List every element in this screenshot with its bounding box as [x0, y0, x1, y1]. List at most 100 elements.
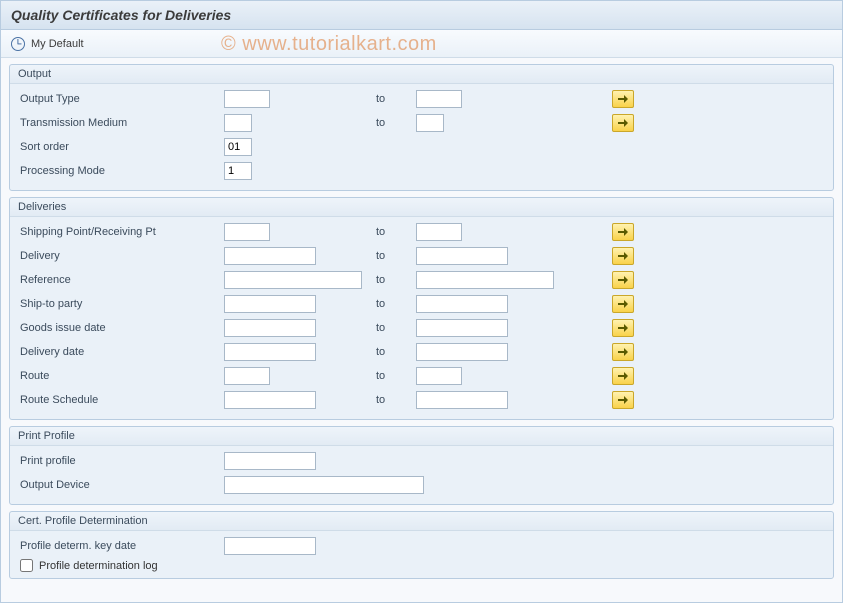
toolbar: My Default: [1, 30, 842, 58]
page-title: Quality Certificates for Deliveries: [1, 1, 842, 30]
arrow-right-icon: [617, 227, 629, 237]
to-label: to: [370, 93, 410, 105]
route-schedule-from-input[interactable]: [224, 391, 316, 409]
print-profile-label: Print profile: [18, 455, 218, 467]
arrow-right-icon: [617, 395, 629, 405]
delivery-label: Delivery: [18, 250, 218, 262]
output-type-to-input[interactable]: [416, 90, 462, 108]
row-route: Route to: [18, 365, 825, 387]
goods-issue-date-to-input[interactable]: [416, 319, 508, 337]
content-area: Output Output Type to Transmission Mediu…: [1, 58, 842, 587]
route-schedule-label: Route Schedule: [18, 394, 218, 406]
row-transmission-medium: Transmission Medium to: [18, 112, 825, 134]
sort-order-label: Sort order: [18, 141, 218, 153]
reference-multiselect-button[interactable]: [612, 271, 634, 289]
group-output: Output Output Type to Transmission Mediu…: [9, 64, 834, 191]
profile-key-date-input[interactable]: [224, 537, 316, 555]
delivery-multiselect-button[interactable]: [612, 247, 634, 265]
group-print-profile-title: Print Profile: [10, 427, 833, 446]
route-multiselect-button[interactable]: [612, 367, 634, 385]
output-type-multiselect-button[interactable]: [612, 90, 634, 108]
to-label: to: [370, 370, 410, 382]
row-output-type: Output Type to: [18, 88, 825, 110]
group-deliveries-title: Deliveries: [10, 198, 833, 217]
transmission-from-input[interactable]: [224, 114, 252, 132]
output-type-label: Output Type: [18, 93, 218, 105]
arrow-right-icon: [617, 275, 629, 285]
to-label: to: [370, 298, 410, 310]
to-label: to: [370, 346, 410, 358]
reference-from-input[interactable]: [224, 271, 362, 289]
print-profile-input[interactable]: [224, 452, 316, 470]
to-label: to: [370, 117, 410, 129]
shipping-point-multiselect-button[interactable]: [612, 223, 634, 241]
ship-to-label: Ship-to party: [18, 298, 218, 310]
transmission-medium-label: Transmission Medium: [18, 117, 218, 129]
route-from-input[interactable]: [224, 367, 270, 385]
route-schedule-multiselect-button[interactable]: [612, 391, 634, 409]
arrow-right-icon: [617, 94, 629, 104]
output-type-from-input[interactable]: [224, 90, 270, 108]
to-label: to: [370, 274, 410, 286]
row-processing-mode: Processing Mode: [18, 160, 825, 182]
to-label: to: [370, 250, 410, 262]
goods-issue-date-multiselect-button[interactable]: [612, 319, 634, 337]
reference-to-input[interactable]: [416, 271, 554, 289]
output-device-input[interactable]: [224, 476, 424, 494]
ship-to-from-input[interactable]: [224, 295, 316, 313]
row-print-profile: Print profile: [18, 450, 825, 472]
row-profile-key-date: Profile determ. key date: [18, 535, 825, 557]
row-sort-order: Sort order: [18, 136, 825, 158]
shipping-point-label: Shipping Point/Receiving Pt: [18, 226, 218, 238]
ship-to-to-input[interactable]: [416, 295, 508, 313]
delivery-to-input[interactable]: [416, 247, 508, 265]
shipping-point-from-input[interactable]: [224, 223, 270, 241]
processing-mode-input[interactable]: [224, 162, 252, 180]
delivery-from-input[interactable]: [224, 247, 316, 265]
row-profile-log: Profile determination log: [18, 559, 825, 572]
goods-issue-date-label: Goods issue date: [18, 322, 218, 334]
delivery-date-label: Delivery date: [18, 346, 218, 358]
row-ship-to: Ship-to party to: [18, 293, 825, 315]
group-output-title: Output: [10, 65, 833, 84]
to-label: to: [370, 226, 410, 238]
processing-mode-label: Processing Mode: [18, 165, 218, 177]
profile-log-checkbox[interactable]: [20, 559, 33, 572]
transmission-multiselect-button[interactable]: [612, 114, 634, 132]
group-deliveries: Deliveries Shipping Point/Receiving Pt t…: [9, 197, 834, 420]
ship-to-multiselect-button[interactable]: [612, 295, 634, 313]
my-default-button[interactable]: My Default: [31, 38, 84, 50]
profile-key-date-label: Profile determ. key date: [18, 540, 218, 552]
group-print-profile: Print Profile Print profile Output Devic…: [9, 426, 834, 505]
delivery-date-multiselect-button[interactable]: [612, 343, 634, 361]
row-goods-issue-date: Goods issue date to: [18, 317, 825, 339]
to-label: to: [370, 322, 410, 334]
arrow-right-icon: [617, 323, 629, 333]
route-to-input[interactable]: [416, 367, 462, 385]
shipping-point-to-input[interactable]: [416, 223, 462, 241]
to-label: to: [370, 394, 410, 406]
delivery-date-to-input[interactable]: [416, 343, 508, 361]
transmission-to-input[interactable]: [416, 114, 444, 132]
arrow-right-icon: [617, 251, 629, 261]
arrow-right-icon: [617, 118, 629, 128]
group-cert-profile: Cert. Profile Determination Profile dete…: [9, 511, 834, 579]
group-cert-profile-title: Cert. Profile Determination: [10, 512, 833, 531]
arrow-right-icon: [617, 347, 629, 357]
reference-label: Reference: [18, 274, 218, 286]
route-label: Route: [18, 370, 218, 382]
arrow-right-icon: [617, 299, 629, 309]
sort-order-input[interactable]: [224, 138, 252, 156]
route-schedule-to-input[interactable]: [416, 391, 508, 409]
row-output-device: Output Device: [18, 474, 825, 496]
goods-issue-date-from-input[interactable]: [224, 319, 316, 337]
output-device-label: Output Device: [18, 479, 218, 491]
row-delivery: Delivery to: [18, 245, 825, 267]
row-delivery-date: Delivery date to: [18, 341, 825, 363]
delivery-date-from-input[interactable]: [224, 343, 316, 361]
row-reference: Reference to: [18, 269, 825, 291]
profile-log-label: Profile determination log: [39, 560, 158, 572]
row-route-schedule: Route Schedule to: [18, 389, 825, 411]
row-shipping-point: Shipping Point/Receiving Pt to: [18, 221, 825, 243]
arrow-right-icon: [617, 371, 629, 381]
